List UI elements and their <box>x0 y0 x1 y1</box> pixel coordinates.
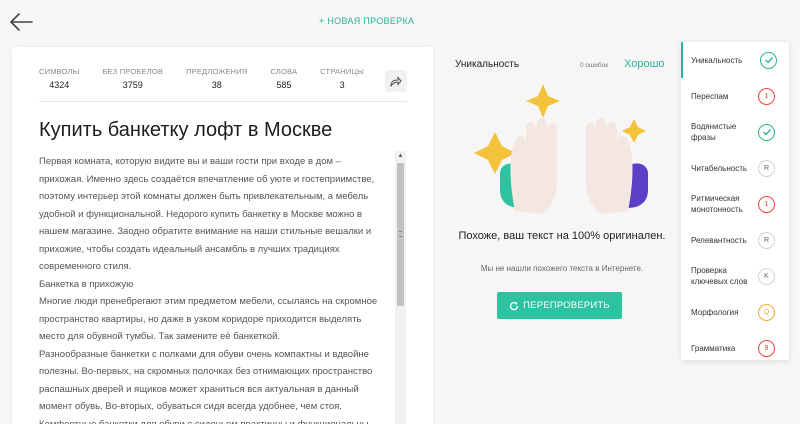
stat-sentences: ПРЕДЛОЖЕНИЯ 38 <box>186 67 248 90</box>
check-item-readability[interactable]: Читабельность R <box>681 150 789 186</box>
checks-sidebar: Уникальность Переспам 1 Водянистые фразы… <box>681 42 789 360</box>
scroll-grip <box>399 231 402 237</box>
check-badge: 1 <box>758 195 775 213</box>
recheck-label: ПЕРЕПРОВЕРИТЬ <box>523 300 610 311</box>
result-heading: Уникальность <box>455 59 520 70</box>
check-badge: 9 <box>758 339 775 357</box>
high-five-illustration <box>474 84 648 214</box>
result-errors: 0 ошибок <box>580 62 609 69</box>
refresh-icon <box>510 301 519 310</box>
stat-words: СЛОВА 585 <box>270 67 298 90</box>
stat-pages: СТРАНИЦЫ 3 <box>320 67 365 90</box>
check-circle-icon <box>760 51 777 69</box>
scrollbar[interactable]: ▲ <box>395 151 406 424</box>
share-icon <box>390 75 402 87</box>
check-badge: R <box>758 159 775 177</box>
arrow-left-icon <box>10 13 33 31</box>
result-sub-message: Мы не нашли похожего текста в Интернете. <box>480 264 644 273</box>
scroll-thumb[interactable] <box>397 163 404 306</box>
check-badge: R <box>758 231 775 249</box>
check-item-morphology[interactable]: Морфология Q <box>681 294 789 330</box>
check-item-relevance[interactable]: Релевантность R <box>681 222 789 258</box>
check-circle-icon <box>758 123 775 141</box>
stats-bar: СИМВОЛЫ 4324 БЕЗ ПРОБЕЛОВ 3759 ПРЕДЛОЖЕН… <box>39 67 387 90</box>
check-item-water-phrases[interactable]: Водянистые фразы <box>681 114 789 150</box>
divider <box>39 101 407 102</box>
document-text[interactable]: Первая комната, которую видите вы и ваши… <box>39 153 385 424</box>
result-message: Похоже, ваш текст на 100% оригинален. <box>458 230 666 242</box>
check-item-uniqueness[interactable]: Уникальность <box>681 42 789 78</box>
check-item-keywords[interactable]: Проверка ключевых слов K <box>681 258 789 294</box>
stat-no-spaces: БЕЗ ПРОБЕЛОВ 3759 <box>102 67 164 90</box>
check-badge: K <box>758 267 775 285</box>
share-button[interactable] <box>385 70 407 92</box>
check-badge: 1 <box>758 87 775 105</box>
new-check-link[interactable]: + НОВАЯ ПРОВЕРКА <box>319 16 414 26</box>
scroll-up-arrow-icon[interactable]: ▲ <box>395 151 406 161</box>
check-item-grammar[interactable]: Грамматика 9 <box>681 330 789 366</box>
recheck-button[interactable]: ПЕРЕПРОВЕРИТЬ <box>497 292 622 319</box>
document-title[interactable]: Купить банкетку лофт в Москве <box>39 119 332 142</box>
check-badge: Q <box>758 303 775 321</box>
check-item-overspam[interactable]: Переспам 1 <box>681 78 789 114</box>
back-button[interactable] <box>8 10 34 34</box>
result-grade: Хорошо <box>624 58 665 70</box>
editor-panel: СИМВОЛЫ 4324 БЕЗ ПРОБЕЛОВ 3759 ПРЕДЛОЖЕН… <box>12 47 433 424</box>
stat-characters: СИМВОЛЫ 4324 <box>39 67 80 90</box>
check-item-rhythmic-monotony[interactable]: Ритмическая монотонность 1 <box>681 186 789 222</box>
